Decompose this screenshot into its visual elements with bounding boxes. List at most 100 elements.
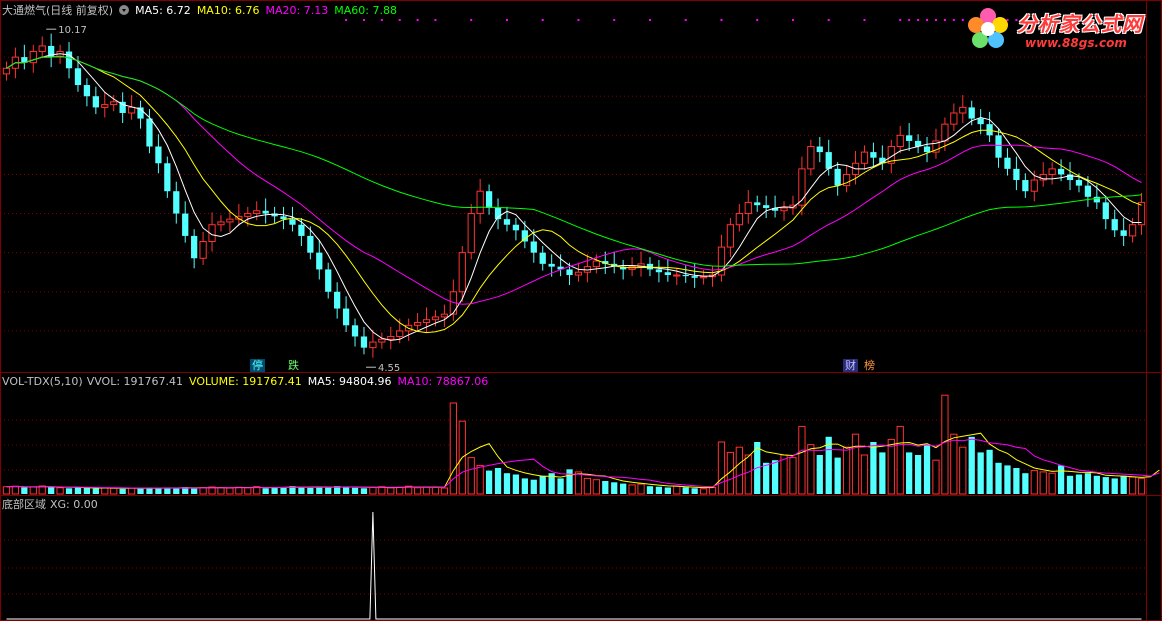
volume-bar[interactable]: [351, 487, 359, 494]
volume-bar[interactable]: [369, 487, 377, 495]
volume-bar[interactable]: [1030, 470, 1038, 495]
flag-ting[interactable]: 停: [250, 359, 265, 372]
candle-body[interactable]: [244, 213, 252, 217]
volume-bar[interactable]: [1084, 473, 1092, 494]
volume-bar[interactable]: [691, 488, 698, 494]
volume-bar[interactable]: [1075, 474, 1083, 495]
volume-bar[interactable]: [887, 438, 895, 495]
volume-bar[interactable]: [673, 485, 681, 495]
candle-body[interactable]: [512, 224, 520, 231]
volume-bar[interactable]: [977, 452, 984, 494]
candle-body[interactable]: [217, 221, 225, 226]
candle-body[interactable]: [110, 101, 118, 106]
candle-body[interactable]: [691, 276, 698, 278]
candle-body[interactable]: [763, 205, 770, 208]
candle-body[interactable]: [1004, 157, 1011, 169]
candle-body[interactable]: [182, 213, 189, 236]
volume-bar[interactable]: [244, 487, 252, 495]
volume-bar[interactable]: [941, 394, 949, 495]
volume-bar[interactable]: [646, 486, 654, 494]
volume-bar[interactable]: [708, 487, 717, 495]
candle-body[interactable]: [816, 146, 823, 153]
candle-body[interactable]: [735, 213, 743, 226]
candle-body[interactable]: [1057, 168, 1065, 175]
volume-bar[interactable]: [11, 485, 20, 495]
candle-body[interactable]: [360, 336, 368, 348]
candle-body[interactable]: [870, 152, 877, 158]
volume-bar[interactable]: [512, 474, 520, 495]
candle-body[interactable]: [101, 104, 109, 108]
volume-bar[interactable]: [637, 483, 645, 495]
volume-bar[interactable]: [1093, 475, 1100, 494]
volume-bar[interactable]: [923, 444, 931, 494]
volume-bar[interactable]: [226, 487, 234, 495]
volume-bar[interactable]: [1120, 475, 1127, 494]
volume-bar[interactable]: [235, 486, 243, 495]
volume-bar[interactable]: [74, 487, 82, 495]
volume-bar[interactable]: [566, 469, 573, 494]
volume-bar[interactable]: [860, 454, 869, 495]
candle-body[interactable]: [1137, 201, 1146, 226]
candle-body[interactable]: [977, 118, 984, 125]
candle-body[interactable]: [396, 330, 404, 337]
volume-bar[interactable]: [413, 487, 422, 495]
volume-bar[interactable]: [771, 460, 779, 494]
volume-bar[interactable]: [539, 475, 546, 494]
volume-bar[interactable]: [173, 488, 180, 494]
volume-bar[interactable]: [325, 487, 332, 495]
candle-body[interactable]: [754, 202, 761, 206]
candle-body[interactable]: [226, 218, 234, 223]
candle-body[interactable]: [422, 319, 431, 324]
volume-bar[interactable]: [92, 488, 99, 494]
candle-body[interactable]: [191, 235, 198, 259]
volume-bar[interactable]: [21, 487, 28, 495]
volume-bar[interactable]: [2, 486, 11, 495]
volume-bar[interactable]: [1066, 475, 1074, 494]
volume-bar[interactable]: [914, 455, 922, 494]
candle-body[interactable]: [1111, 219, 1118, 231]
volume-bar[interactable]: [602, 481, 609, 494]
volume-bar[interactable]: [780, 454, 788, 495]
volume-bar[interactable]: [48, 487, 55, 494]
volume-bar[interactable]: [798, 425, 806, 495]
volume-bar[interactable]: [583, 477, 592, 495]
candle-body[interactable]: [307, 235, 314, 253]
candle-body[interactable]: [896, 134, 904, 148]
candle-body[interactable]: [1102, 202, 1109, 220]
volume-bar[interactable]: [191, 488, 198, 494]
candle-body[interactable]: [351, 325, 359, 337]
volume-bar[interactable]: [431, 487, 440, 495]
flag-die[interactable]: 跌: [286, 359, 301, 372]
volume-bar[interactable]: [110, 487, 118, 495]
candle-body[interactable]: [253, 210, 261, 215]
volume-bar[interactable]: [851, 433, 860, 495]
volume-bar[interactable]: [530, 479, 537, 494]
candle-body[interactable]: [164, 163, 171, 192]
candle-body[interactable]: [986, 124, 993, 136]
volume-bar[interactable]: [870, 442, 877, 494]
candle-body[interactable]: [173, 191, 180, 214]
candle-body[interactable]: [655, 269, 663, 273]
volume-bar[interactable]: [476, 464, 484, 495]
candle-body[interactable]: [959, 106, 967, 114]
candle-body[interactable]: [476, 190, 484, 215]
volume-bar[interactable]: [950, 433, 958, 495]
candle-body[interactable]: [834, 168, 841, 186]
candle-body[interactable]: [995, 135, 1002, 158]
volume-bar[interactable]: [1048, 472, 1056, 495]
volume-bar[interactable]: [271, 487, 278, 495]
candle-body[interactable]: [369, 341, 377, 349]
volume-bar[interactable]: [494, 468, 502, 494]
volume-bar[interactable]: [503, 473, 511, 494]
candle-body[interactable]: [941, 123, 949, 142]
volume-bar[interactable]: [29, 486, 37, 495]
volume-bar[interactable]: [440, 487, 449, 495]
volume-bar[interactable]: [119, 488, 126, 494]
volume-bar[interactable]: [1004, 465, 1011, 494]
volume-bar[interactable]: [986, 449, 993, 494]
candle-body[interactable]: [440, 313, 449, 318]
flag-bang[interactable]: 榜: [862, 359, 877, 372]
candle-body[interactable]: [2, 67, 11, 75]
candle-body[interactable]: [325, 269, 332, 292]
volume-bar[interactable]: [735, 446, 743, 495]
